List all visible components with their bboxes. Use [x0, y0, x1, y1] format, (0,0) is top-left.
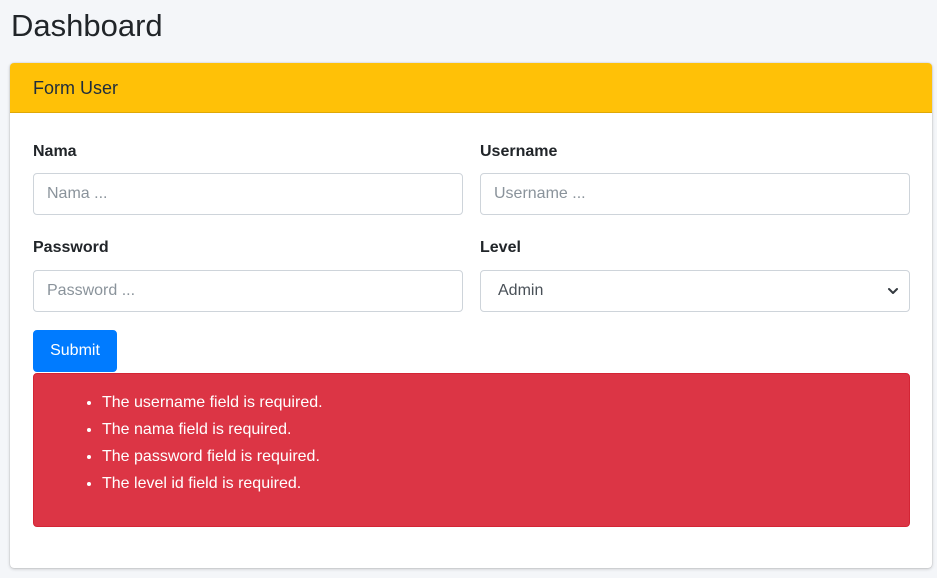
password-label: Password [33, 239, 109, 256]
page-title: Dashboard [11, 8, 163, 43]
level-select[interactable]: Admin [480, 270, 910, 312]
error-alert: The username field is required. The nama… [33, 373, 910, 527]
submit-button[interactable]: Submit [33, 330, 117, 372]
form-user-card: Form User Nama Username Password Level A… [10, 63, 932, 568]
chevron-down-icon [888, 288, 898, 294]
level-label: Level [480, 239, 521, 256]
level-selected-value: Admin [498, 282, 544, 299]
error-list: The username field is required. The nama… [102, 389, 323, 497]
error-item: The level id field is required. [102, 470, 323, 497]
nama-label: Nama [33, 143, 77, 160]
card-header-title: Form User [10, 63, 932, 113]
error-item: The nama field is required. [102, 416, 323, 443]
error-item: The username field is required. [102, 389, 323, 416]
error-item: The password field is required. [102, 443, 323, 470]
username-input[interactable] [480, 173, 910, 215]
nama-input[interactable] [33, 173, 463, 215]
username-label: Username [480, 143, 558, 160]
password-input[interactable] [33, 270, 463, 312]
